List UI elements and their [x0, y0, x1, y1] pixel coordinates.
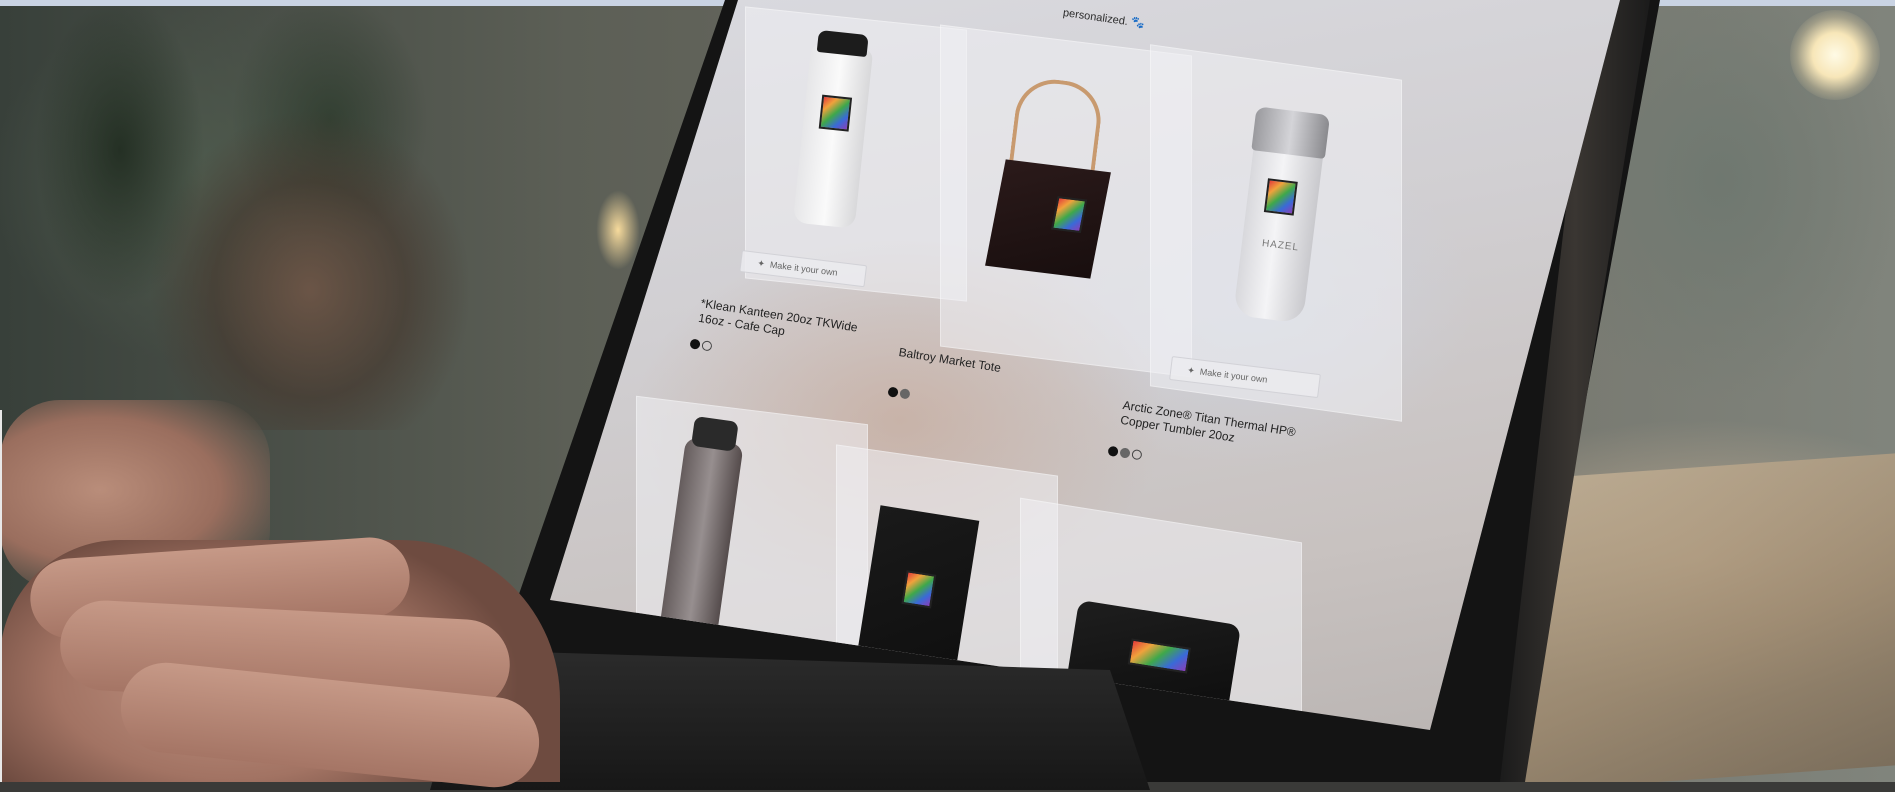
swatch-outline[interactable] — [701, 340, 713, 352]
logo-icon — [1263, 178, 1298, 216]
item-brand: HAZEL — [1261, 238, 1300, 254]
color-swatches — [1107, 445, 1143, 461]
swatch-gray[interactable] — [899, 388, 911, 400]
paw-icon: 🐾 — [1130, 16, 1146, 31]
logo-icon — [818, 94, 853, 132]
swatch-black[interactable] — [1107, 445, 1119, 457]
swatch-black[interactable] — [887, 386, 899, 398]
tumbler-lid — [1251, 106, 1331, 160]
sparkle-icon: ✦ — [756, 257, 766, 269]
product-title[interactable]: *Klean Kanteen 20oz TKWide 16oz - Cafe C… — [697, 296, 879, 354]
blurred-person — [150, 110, 470, 430]
bottle-cap — [691, 415, 739, 452]
bokeh-light — [596, 190, 640, 270]
edge-line — [0, 410, 2, 782]
swatch-gray[interactable] — [1119, 447, 1131, 459]
color-swatches — [887, 386, 911, 400]
lamp-light — [1790, 10, 1880, 100]
page-header-text: personalized. 🐾 — [1062, 6, 1146, 31]
bottle-cap — [816, 29, 869, 58]
logo-icon — [901, 570, 937, 609]
logo-icon — [1127, 638, 1191, 674]
color-swatches — [689, 338, 713, 352]
logo-icon — [1051, 195, 1088, 234]
swatch-black[interactable] — [689, 338, 701, 350]
product-image-tote[interactable] — [985, 159, 1111, 279]
swatch-outline[interactable] — [1131, 449, 1143, 461]
sparkle-icon: ✦ — [1186, 364, 1196, 376]
